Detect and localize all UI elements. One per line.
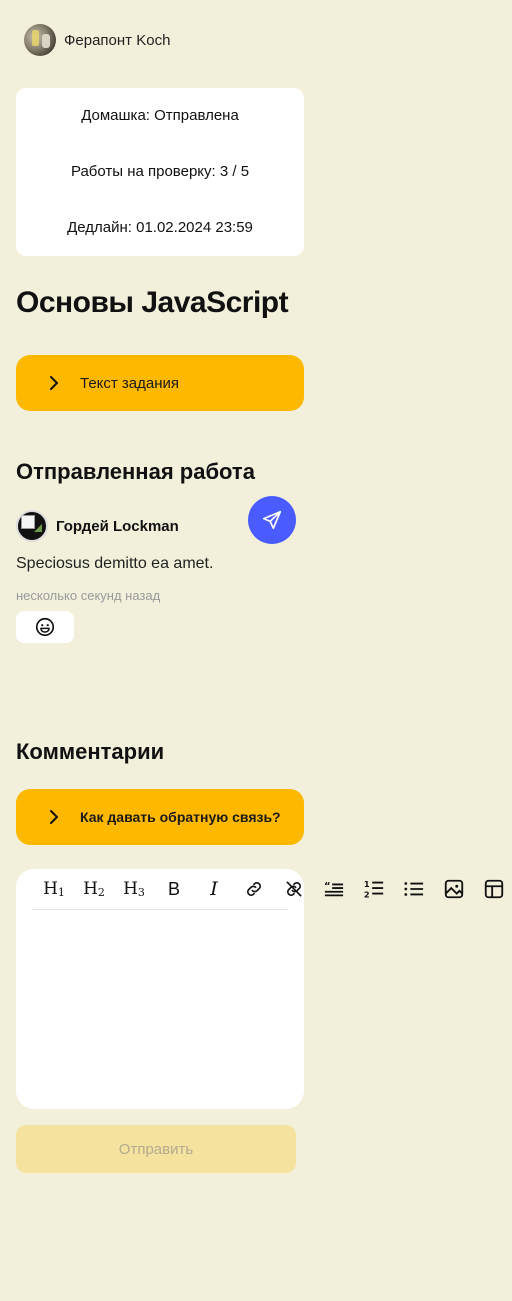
avatar[interactable] <box>24 24 56 56</box>
page: Ферапонт Koch Домашка: Отправлена Работы… <box>0 0 512 1301</box>
reaction-button[interactable] <box>16 611 74 643</box>
image-button[interactable] <box>434 877 474 901</box>
comments-heading: Комментарии <box>16 739 165 764</box>
quote-button[interactable]: “ <box>314 877 354 901</box>
accordion-label: Как давать обратную связь? <box>80 809 281 825</box>
link-button[interactable] <box>234 877 274 901</box>
svg-text:“: “ <box>324 881 331 892</box>
heading2-button[interactable]: H2 <box>74 877 114 901</box>
send-button[interactable] <box>248 496 296 544</box>
comment-editor[interactable]: H1 H2 H3 B I “ 12 <box>16 869 504 1109</box>
author-avatar <box>16 510 48 542</box>
table-icon <box>484 879 504 899</box>
table-button[interactable] <box>474 877 512 901</box>
accordion-label: Текст задания <box>80 374 180 392</box>
user-header[interactable]: Ферапонт Koch <box>24 24 170 56</box>
toolbar-divider <box>32 909 288 910</box>
feedback-guide-accordion[interactable]: Как давать обратную связь? <box>16 789 304 845</box>
submission-text: Speciosus demitto ea amet. <box>16 555 214 572</box>
reviews-status: Работы на проверку: 3 / 5 <box>70 163 250 180</box>
status-card: Домашка: Отправлена Работы на проверку: … <box>16 88 304 256</box>
unlink-button[interactable] <box>274 877 314 901</box>
ordered-list-icon: 12 <box>364 879 384 899</box>
unlink-icon <box>286 881 302 897</box>
bold-button[interactable]: B <box>154 877 194 901</box>
bullet-list-icon <box>404 882 424 896</box>
chevron-right-icon <box>44 807 64 827</box>
submitted-heading: Отправленная работа <box>16 459 255 484</box>
homework-status: Домашка: Отправлена <box>81 107 239 124</box>
ordered-list-button[interactable]: 12 <box>354 877 394 901</box>
link-icon <box>247 882 261 896</box>
submit-button[interactable]: Отправить <box>16 1125 296 1173</box>
author-name: Гордей Lockman <box>56 517 179 535</box>
page-title: Основы JavaScript <box>16 286 289 319</box>
chevron-right-icon <box>44 373 64 393</box>
italic-button[interactable]: I <box>194 877 234 901</box>
heading1-button[interactable]: H1 <box>34 877 74 901</box>
svg-text:2: 2 <box>364 889 370 899</box>
heading3-button[interactable]: H3 <box>114 877 154 901</box>
author: Гордей Lockman <box>16 510 179 542</box>
paper-plane-icon <box>262 510 282 530</box>
task-text-accordion[interactable]: Текст задания <box>16 355 304 411</box>
image-icon <box>444 879 464 899</box>
editor-toolbar: H1 H2 H3 B I “ 12 <box>34 877 512 901</box>
deadline-status: Дедлайн: 01.02.2024 23:59 <box>67 219 253 236</box>
quote-icon: “ <box>324 881 344 897</box>
svg-text:1: 1 <box>364 879 370 889</box>
user-name: Ферапонт Koch <box>64 31 171 49</box>
submission-time: несколько секунд назад <box>16 588 161 603</box>
emoji-smile-icon <box>35 617 55 637</box>
bullet-list-button[interactable] <box>394 877 434 901</box>
